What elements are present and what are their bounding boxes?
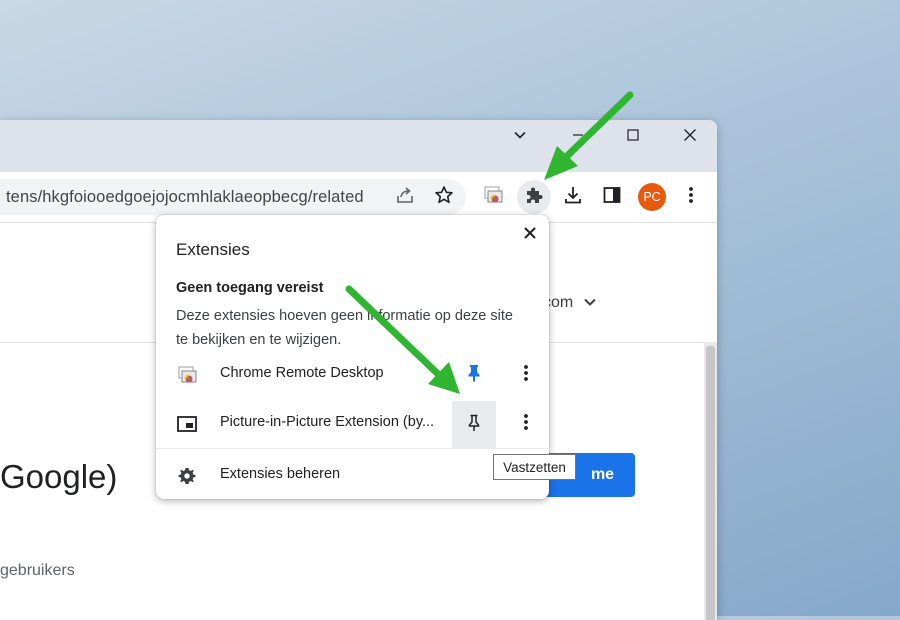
downloads-button[interactable] (557, 181, 589, 213)
extension-menu-button[interactable] (514, 361, 538, 389)
maximize-button[interactable] (610, 120, 656, 154)
remote-desktop-extension-button[interactable] (477, 181, 509, 213)
picture-in-picture-icon (176, 413, 198, 435)
side-panel-icon (602, 185, 622, 210)
title-bar (0, 120, 717, 172)
pin-outline-icon (467, 414, 481, 437)
section-heading: Geen toegang vereist (176, 280, 324, 296)
more-vert-icon (523, 412, 529, 437)
pin-filled-icon (467, 364, 481, 387)
more-vert-icon (523, 363, 529, 388)
account-menu[interactable]: com (543, 294, 596, 312)
users-count-text: gebruikers (0, 562, 75, 579)
close-icon (683, 128, 697, 147)
bookmark-button[interactable] (428, 181, 460, 213)
pin-button[interactable] (452, 401, 496, 449)
close-icon (524, 226, 536, 244)
manage-extensions-label: Extensies beheren (220, 466, 341, 482)
remote-desktop-icon (176, 364, 198, 386)
download-icon (563, 185, 583, 210)
browser-menu-button[interactable] (675, 181, 707, 213)
minimize-button[interactable] (555, 120, 601, 154)
profile-initials: PC (643, 190, 661, 204)
extension-row-remote-desktop[interactable]: Chrome Remote Desktop (156, 351, 549, 397)
extension-menu-button[interactable] (514, 410, 538, 438)
chevron-down-icon (583, 294, 596, 312)
popup-close-button[interactable] (518, 223, 542, 247)
extension-name: Chrome Remote Desktop (220, 365, 384, 381)
address-bar[interactable]: tens/hkgfoiooedgoejojocmhlaklaeopbecg/re… (0, 179, 466, 215)
share-icon (395, 185, 415, 210)
extension-name: Picture-in-Picture Extension (by... (220, 414, 435, 430)
star-icon (434, 185, 454, 210)
scrollbar-thumb[interactable] (706, 346, 715, 620)
puzzle-icon (524, 185, 544, 210)
popup-divider (156, 448, 549, 449)
url-text[interactable]: tens/hkgfoiooedgoejojocmhlaklaeopbecg/re… (6, 188, 364, 207)
popup-title: Extensies (176, 240, 250, 259)
maximize-icon (627, 128, 639, 146)
extension-row-picture-in-picture[interactable]: Picture-in-Picture Extension (by... (156, 400, 549, 449)
share-button[interactable] (389, 181, 421, 213)
tab-search-button[interactable] (497, 120, 543, 154)
extensions-popup: Extensies Geen toegang vereist Deze exte… (156, 215, 549, 499)
extensions-button[interactable] (517, 180, 551, 214)
section-description: Deze extensies hoeven geen informatie op… (176, 308, 513, 348)
remote-desktop-icon (483, 186, 503, 209)
profile-avatar[interactable]: PC (638, 183, 666, 211)
close-window-button[interactable] (667, 120, 713, 154)
chevron-down-icon (513, 128, 527, 147)
side-panel-button[interactable] (596, 181, 628, 213)
gear-icon (176, 465, 198, 487)
pin-button[interactable] (452, 351, 496, 399)
pin-tooltip: Vastzetten (493, 454, 576, 480)
more-vert-icon (688, 185, 694, 210)
extension-page-title: Google) (0, 458, 118, 495)
manage-extensions-row[interactable]: Extensies beheren (156, 452, 549, 498)
minimize-icon (572, 128, 584, 146)
